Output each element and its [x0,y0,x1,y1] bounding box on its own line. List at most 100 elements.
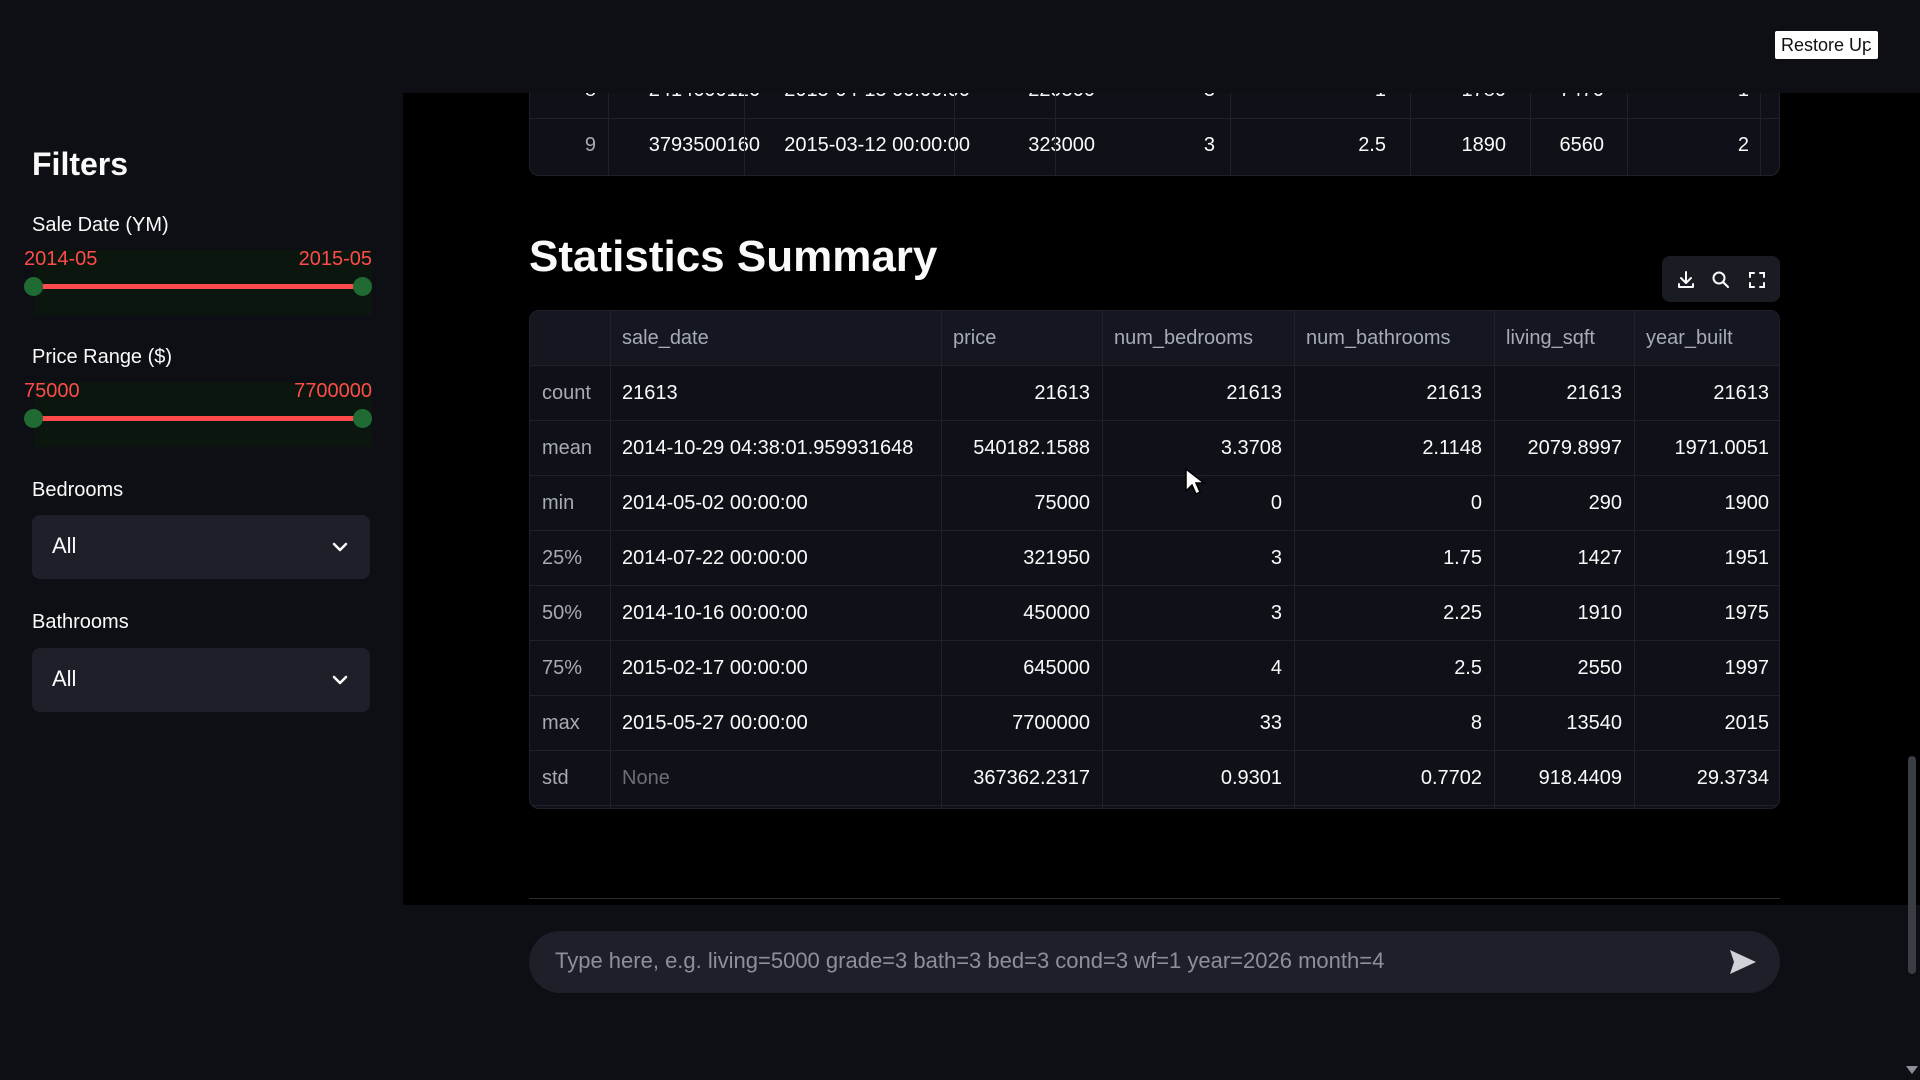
table-cell: 323000 [1028,134,1095,156]
table-cell: 13540 [1566,712,1622,734]
table-cell: 2550 [1577,657,1623,679]
table-row: 25% 2014-07-22 00:00:00 321950 3 1.75 1427 195… [530,531,1779,586]
download-icon[interactable] [1675,269,1697,291]
table-cell: 21613 [1226,382,1282,404]
table-cell: 1910 [1577,602,1623,624]
table-cell: 2014-05-02 00:00:00 [622,492,808,514]
table-row: count 21613 21613 21613 21613 21613 21613 [530,366,1779,421]
row-index-cell: count [542,382,591,404]
row-index-cell: 75% [542,657,583,679]
bathrooms-select-value: All [52,666,77,691]
table-row: 75% 2015-02-17 00:00:00 645000 4 2.5 2550 1997 [530,641,1779,696]
table-cell: 645000 [1023,657,1090,679]
table-cell: 33 [1259,712,1282,734]
table-cell: 9 [584,134,596,156]
column-header[interactable]: num_bathrooms [1294,311,1494,366]
table-cell: 0.9301 [1220,767,1282,789]
table-cell: 21613 [1566,382,1622,404]
table-row: min 2014-05-02 00:00:00 75000 0 0 290 1900 [530,476,1779,531]
slider-min-handle[interactable] [24,409,43,428]
section-divider [529,898,1780,899]
table-cell: 918.4409 [1538,767,1622,789]
restore-up-button[interactable]: Restore Up [1775,31,1879,59]
slider-max-value: 2015-05 [298,248,372,270]
table-cell: 1997 [1724,657,1770,679]
chat-input[interactable]: Type here, e.g. living=5000 grade=3 bath… [529,931,1780,993]
vertical-scrollbar[interactable] [1908,756,1916,974]
sale-date-label: Sale Date (YM) [32,214,169,236]
table-cell: 21613 [622,382,678,404]
column-divider [1634,311,1635,808]
send-icon[interactable] [1728,948,1758,976]
column-header[interactable]: num_bedrooms [1102,311,1294,366]
table-cell: 1890 [1461,134,1507,156]
table-cell: 2.5 [1454,657,1482,679]
slider-max-handle[interactable] [353,277,372,296]
bedrooms-select[interactable]: All [32,515,370,579]
scroll-down-arrow[interactable] [1906,1066,1918,1074]
bedrooms-select-value: All [52,533,77,558]
table-cell: 2079.8997 [1527,437,1622,459]
table-cell: 2015-05-27 00:00:00 [622,712,808,734]
table-cell: 2015-02-17 00:00:00 [622,657,808,679]
table-row: mean 2014-10-29 04:38:01.959931648 540182.… [530,421,1779,476]
bedrooms-label: Bedrooms [32,479,124,501]
sidebar-title: Filters [32,146,129,182]
table-header-row: sale_date price num_bedrooms num_bathroo… [530,311,1779,366]
slider-min-handle[interactable] [24,277,43,296]
table-cell: 2015-03-12 00:00:00 [784,134,970,156]
bathrooms-select[interactable]: All [32,648,370,712]
slider-min-value: 75000 [24,380,80,402]
table-cell: 1900 [1724,492,1770,514]
search-icon[interactable] [1710,269,1732,291]
table-cell: 7700000 [1012,712,1090,734]
chat-input-placeholder: Type here, e.g. living=5000 grade=3 bath… [555,948,1385,973]
price-range-slider[interactable]: 75000 7700000 [24,380,372,447]
slider-max-handle[interactable] [353,409,372,428]
table-cell: 2.25 [1443,602,1482,624]
row-index-cell: 50% [542,602,583,624]
table-cell: 450000 [1023,602,1090,624]
table-cell: 3 [1270,602,1282,624]
chevron-down-icon [332,542,348,552]
column-header[interactable]: year_built [1634,311,1779,366]
table-cell: 2014-10-16 00:00:00 [622,602,808,624]
column-header[interactable]: sale_date [610,311,941,366]
table-cell: 2.5 [1358,134,1386,156]
column-header[interactable]: living_sqft [1494,311,1634,366]
table-cell: 2014-07-22 00:00:00 [622,547,808,569]
slider-track[interactable] [32,416,364,421]
table-cell: 3793500160 [648,134,760,156]
column-header[interactable]: price [941,311,1102,366]
fullscreen-icon[interactable] [1746,269,1768,291]
sidebar: Filters Sale Date (YM) 2014-05 2015-05 P… [0,0,403,1080]
bathrooms-label: Bathrooms [32,611,129,633]
table-cell: 540182.1588 [973,437,1090,459]
column-divider [1494,311,1495,808]
column-divider [941,311,942,808]
slider-max-value: 7700000 [294,380,372,402]
top-header [403,0,1920,93]
table-toolbar [1662,256,1780,302]
table-cell: 0.7702 [1420,767,1482,789]
table-cell: 3 [1203,134,1215,156]
kebab-menu-icon[interactable] [1868,36,1874,56]
statistics-summary-heading: Statistics Summary [529,232,938,281]
table-cell: 1975 [1724,602,1770,624]
table-cell: 2015 [1724,712,1770,734]
slider-track[interactable] [32,284,364,289]
table-cell: 0 [1470,492,1482,514]
sale-date-slider[interactable]: 2014-05 2015-05 [24,248,372,315]
table-cell: 6560 [1559,134,1605,156]
slider-min-value: 2014-05 [24,248,98,270]
table-cell: 367362.2317 [973,767,1090,789]
table-row: max 2015-05-27 00:00:00 7700000 33 8 13540 201… [530,696,1779,751]
column-header[interactable] [530,311,610,366]
table-cell: 2 [1737,134,1749,156]
table-row: 9 3793500160 2015-03-12 00:00:00 323000 … [530,119,1779,174]
table-cell: 1.75 [1443,547,1482,569]
table-cell: 1427 [1577,547,1623,569]
table-cell: 2.1148 [1422,437,1482,459]
column-divider [1102,311,1103,808]
row-index-cell: mean [542,437,593,459]
